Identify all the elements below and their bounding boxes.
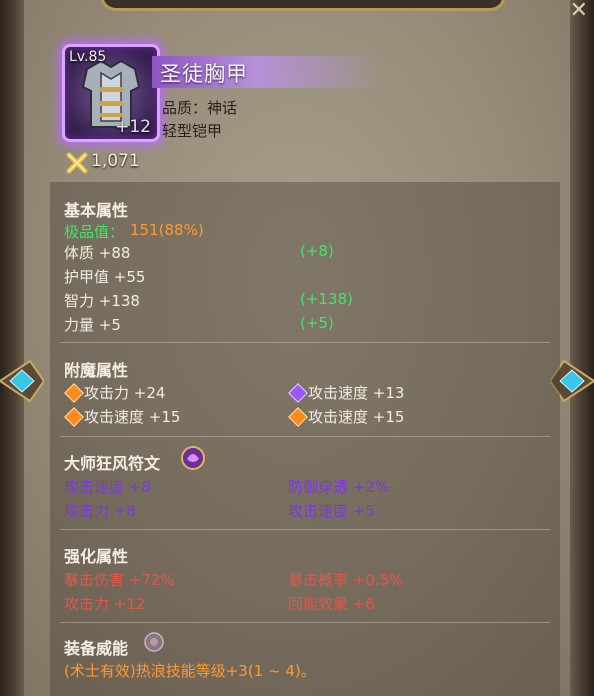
divider [60, 622, 550, 623]
item-icon-frame[interactable]: Lv.85 +12 [62, 44, 160, 142]
rune-attr: 攻击速度 +5 [288, 502, 375, 520]
power-gem-icon[interactable] [143, 631, 165, 653]
gold-coin-icon [66, 152, 88, 174]
stat-armor: 护甲值 +55 [64, 268, 146, 286]
grade-label: 极品值： [64, 223, 125, 241]
stat-intelligence: 智力 +138 [64, 292, 140, 310]
close-icon[interactable]: ✕ [570, 0, 588, 22]
stat-strength: 力量 +5 [64, 316, 121, 334]
enchant-attr: 攻击速度 +15 [84, 408, 181, 426]
right-border [570, 0, 594, 696]
enchant-attr: 攻击速度 +15 [308, 408, 405, 426]
enhance-attributes-title: 强化属性 [64, 547, 129, 566]
rune-title: 大师狂风符文 [64, 454, 161, 473]
equipment-power-title: 装备威能 [64, 639, 129, 658]
grade-value: 151(88%) [130, 221, 204, 239]
divider [60, 436, 550, 437]
rune-attr: 攻击力 +8 [64, 502, 136, 520]
item-quality: 品质：神话 [162, 99, 238, 117]
item-level: Lv.85 [69, 49, 107, 65]
enchant-attributes-title: 附魔属性 [64, 361, 129, 380]
enhance-attr: 回能效果 +6 [288, 595, 375, 613]
sell-price: 1,071 [91, 151, 140, 171]
enchant-attr: 攻击速度 +13 [308, 384, 405, 402]
enhance-attr: 暴击伤害 +72% [64, 571, 175, 589]
stat-strength-bonus: (+5) [300, 314, 334, 332]
stat-intelligence-bonus: (+138) [300, 290, 353, 308]
item-type: 轻型铠甲 [162, 122, 223, 140]
rune-icon[interactable] [180, 445, 206, 471]
equipment-power-text: (术士有效)热浪技能等级+3(1 ~ 4)。 [64, 662, 316, 680]
left-border [0, 0, 24, 696]
item-name: 圣徒胸甲 [160, 62, 248, 86]
base-attributes-title: 基本属性 [64, 201, 129, 220]
enhance-attr: 攻击力 +12 [64, 595, 146, 613]
enhance-level: +12 [115, 117, 151, 137]
rune-attr: 攻击速度 +8 [64, 478, 151, 496]
stat-constitution-bonus: (+8) [300, 242, 334, 260]
divider [60, 529, 550, 530]
stat-constitution: 体质 +88 [64, 244, 131, 262]
enhance-attr: 暴击概率 +0.5% [288, 571, 404, 589]
top-ornament [100, 0, 506, 11]
enchant-attr: 攻击力 +24 [84, 384, 166, 402]
divider [60, 342, 550, 343]
left-jewel-ornament [0, 359, 44, 403]
rune-attr: 防御穿透 +2% [288, 478, 390, 496]
